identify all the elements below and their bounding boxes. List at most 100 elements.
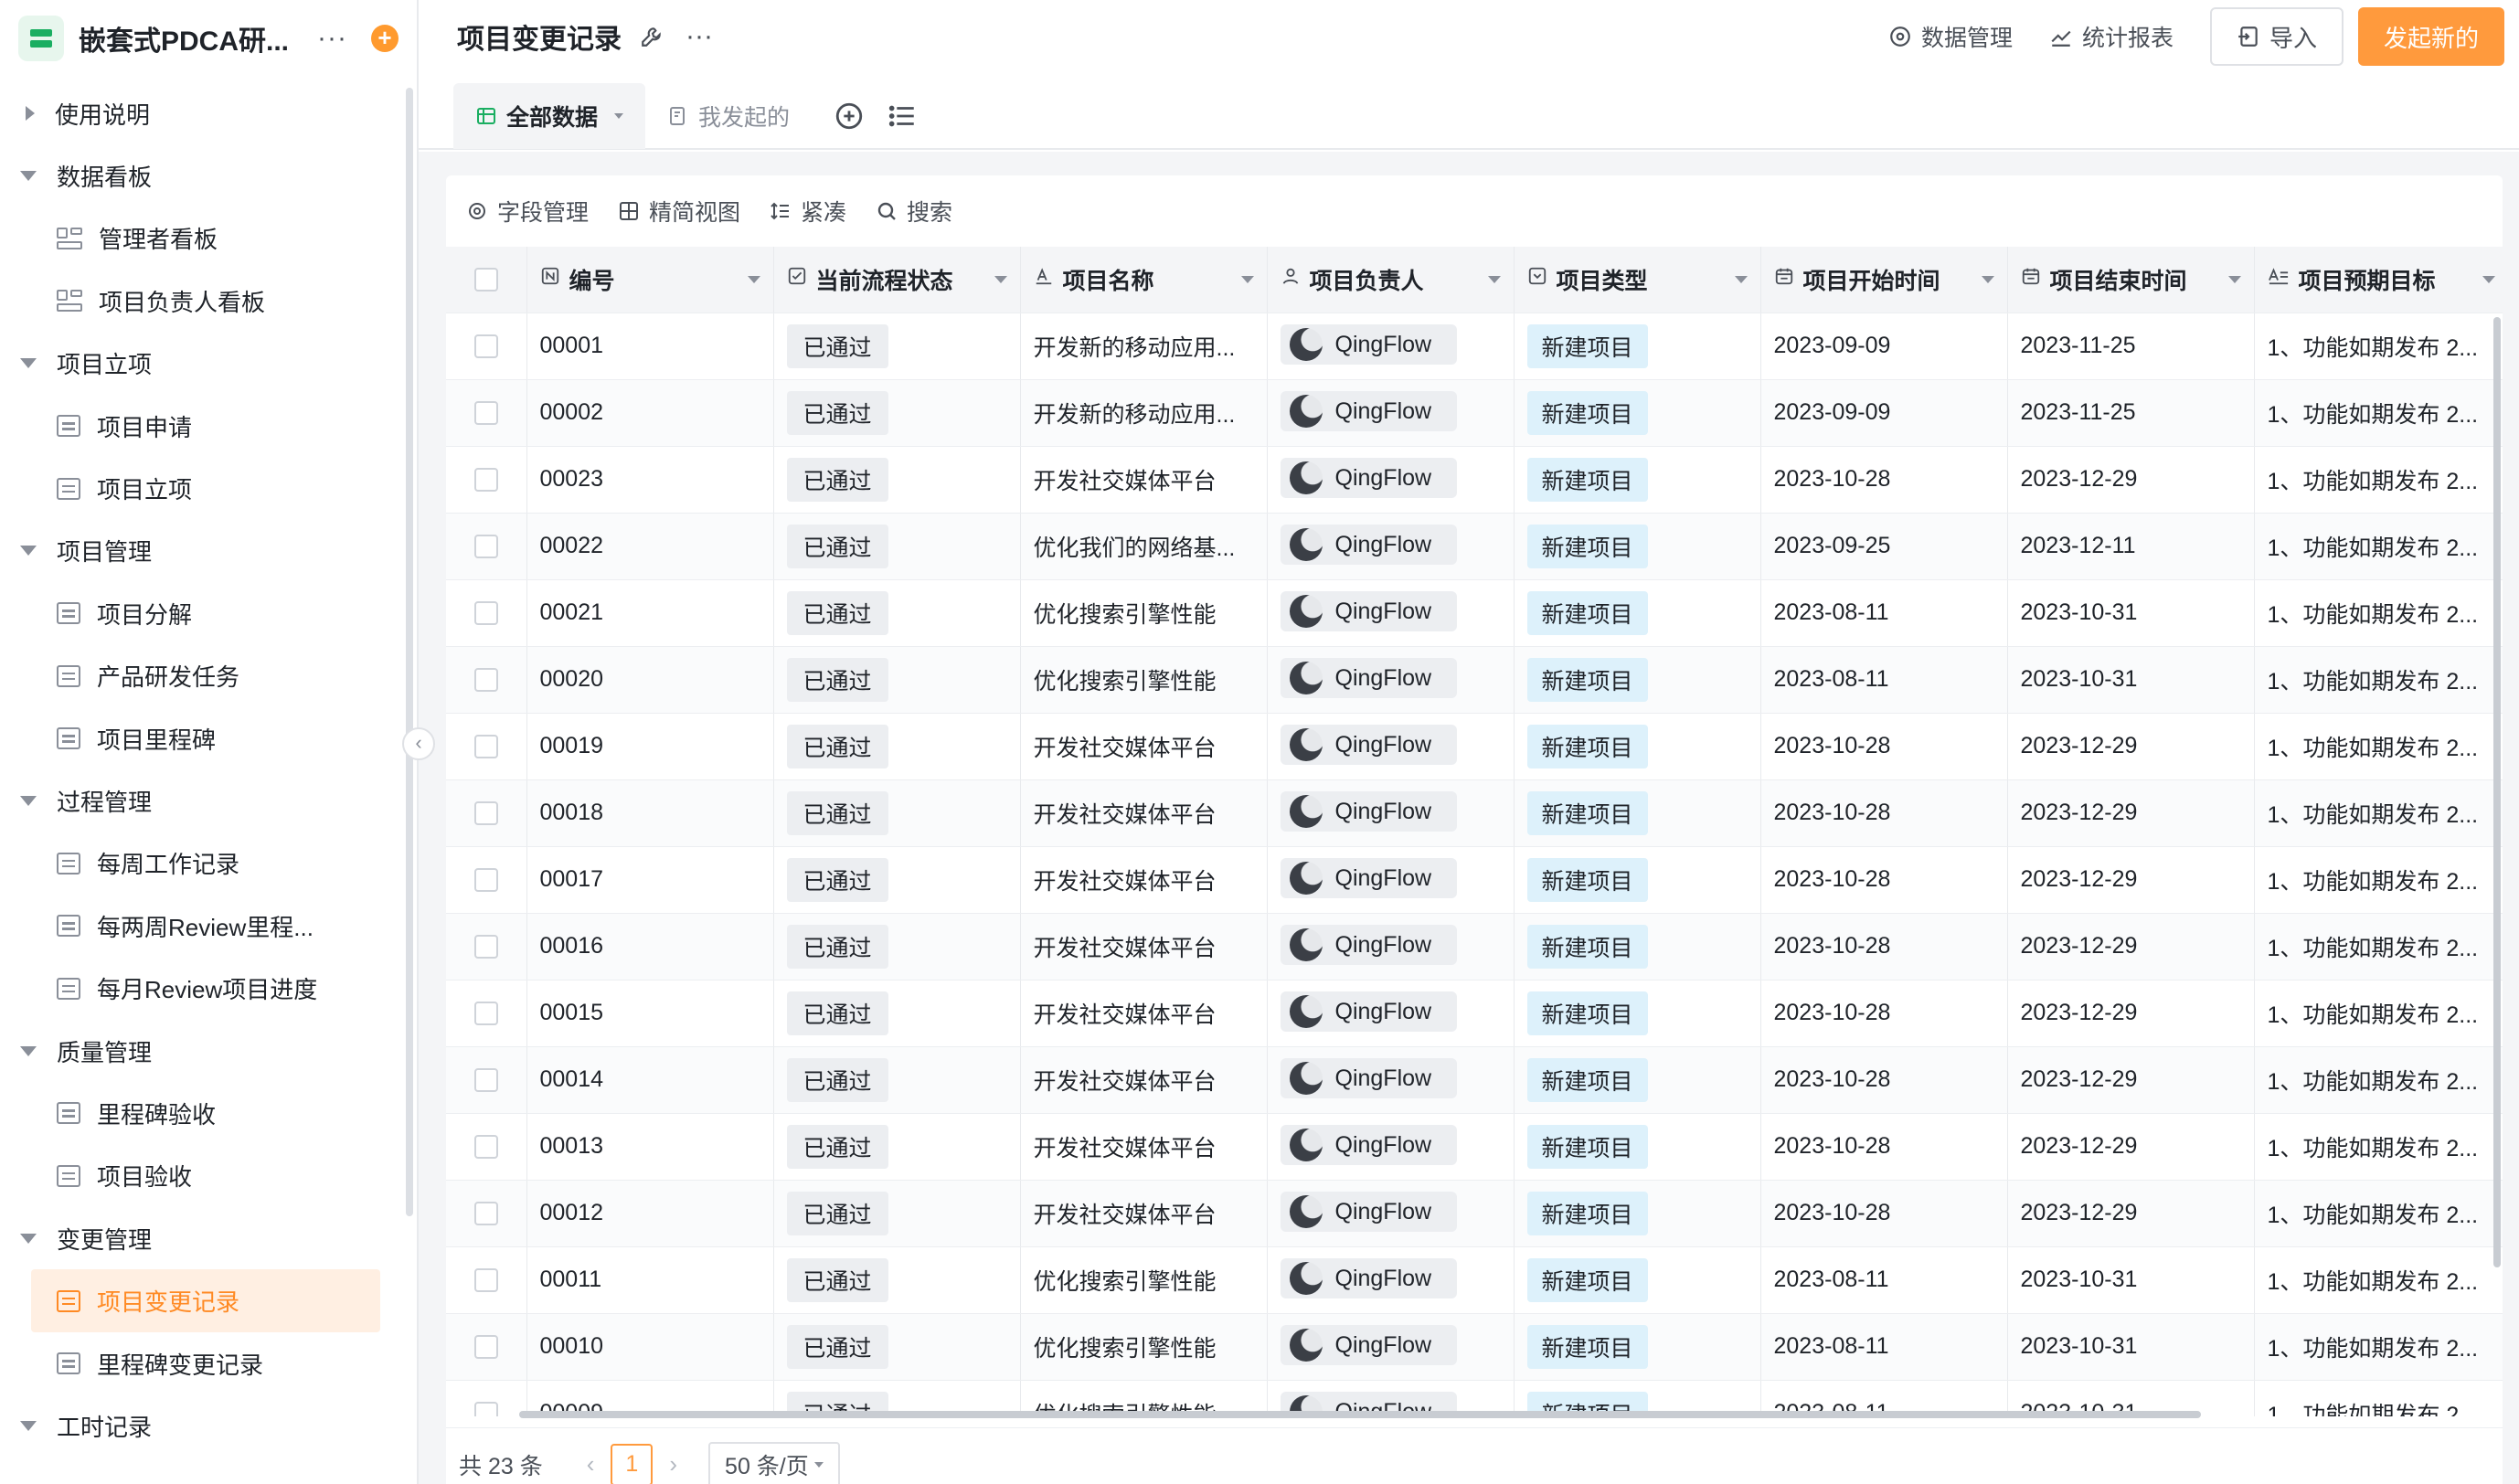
- table-row[interactable]: 00019 已通过 开发社交媒体平台 QingFlow 新建项目 2023-10-28 20…: [446, 713, 2503, 780]
- start-new-button[interactable]: 发起新的: [2358, 7, 2504, 66]
- column-menu-icon[interactable]: [1981, 275, 1994, 283]
- cell-start-date[interactable]: 2023-09-09: [1760, 313, 2008, 380]
- column-header[interactable]: 项目名称: [1020, 247, 1268, 313]
- cell-start-date[interactable]: 2023-10-28: [1760, 1046, 2008, 1114]
- vertical-scrollbar[interactable]: [2493, 317, 2501, 1267]
- cell-id[interactable]: 00021: [526, 579, 774, 647]
- sidebar-item[interactable]: 里程碑验收: [0, 1082, 402, 1144]
- cell-status[interactable]: 已通过: [773, 646, 1021, 714]
- column-header[interactable]: 项目结束时间: [2007, 247, 2255, 313]
- cell-goal[interactable]: 1、功能如期发布 2...: [2254, 313, 2503, 380]
- table-row[interactable]: 00023 已通过 开发社交媒体平台 QingFlow 新建项目 2023-10-28 20…: [446, 446, 2503, 514]
- data-manage-link[interactable]: 数据管理: [1888, 20, 2013, 53]
- row-checkbox[interactable]: [473, 1334, 498, 1359]
- cell-type[interactable]: 新建项目: [1514, 1246, 1761, 1314]
- cell-goal[interactable]: 1、功能如期发布 2...: [2254, 846, 2503, 914]
- cell-end-date[interactable]: 2023-12-29: [2007, 1113, 2255, 1181]
- cell-start-date[interactable]: 2023-08-11: [1760, 579, 2008, 647]
- page-size-select[interactable]: 50 条/页: [708, 1441, 840, 1484]
- compact-button[interactable]: 紧凑: [770, 195, 846, 228]
- tab-mine[interactable]: 我发起的: [645, 83, 812, 149]
- row-checkbox[interactable]: [473, 334, 498, 358]
- cell-name[interactable]: 开发新的移动应用...: [1020, 379, 1268, 447]
- cell-id[interactable]: 00011: [526, 1246, 774, 1314]
- cell-owner[interactable]: QingFlow: [1267, 913, 1515, 980]
- cell-start-date[interactable]: 2023-10-28: [1760, 446, 2008, 514]
- cell-id[interactable]: 00016: [526, 913, 774, 980]
- sidebar-item[interactable]: 项目立项: [0, 333, 402, 395]
- cell-end-date[interactable]: 2023-12-29: [2007, 1180, 2255, 1247]
- cell-start-date[interactable]: 2023-10-28: [1760, 713, 2008, 780]
- row-checkbox[interactable]: [473, 734, 498, 758]
- cell-start-date[interactable]: 2023-08-11: [1760, 1246, 2008, 1314]
- cell-status[interactable]: 已通过: [773, 579, 1021, 647]
- cell-owner[interactable]: QingFlow: [1267, 713, 1515, 780]
- row-checkbox[interactable]: [473, 1401, 498, 1416]
- row-checkbox[interactable]: [473, 600, 498, 625]
- cell-name[interactable]: 开发社交媒体平台: [1020, 980, 1268, 1047]
- cell-goal[interactable]: 1、功能如期发布 2...: [2254, 1046, 2503, 1114]
- cell-id[interactable]: 00013: [526, 1113, 774, 1181]
- cell-goal[interactable]: 1、功能如期发布 2...: [2254, 1380, 2503, 1416]
- cell-owner[interactable]: QingFlow: [1267, 1180, 1515, 1247]
- simple-view-button[interactable]: 精简视图: [618, 195, 740, 228]
- column-menu-icon[interactable]: [1240, 275, 1254, 283]
- column-menu-icon[interactable]: [994, 275, 1007, 283]
- cell-type[interactable]: 新建项目: [1514, 1313, 1761, 1381]
- cell-goal[interactable]: 1、功能如期发布 2...: [2254, 513, 2503, 580]
- cell-goal[interactable]: 1、功能如期发布 2...: [2254, 446, 2503, 514]
- cell-id[interactable]: 00017: [526, 846, 774, 914]
- column-menu-icon[interactable]: [1734, 275, 1748, 283]
- cell-name[interactable]: 优化我们的网络基...: [1020, 513, 1268, 580]
- cell-status[interactable]: 已通过: [773, 980, 1021, 1047]
- cell-name[interactable]: 开发社交媒体平台: [1020, 779, 1268, 847]
- caret-down-icon[interactable]: [20, 358, 37, 369]
- cell-id[interactable]: 00014: [526, 1046, 774, 1114]
- row-checkbox[interactable]: [473, 534, 498, 558]
- cell-type[interactable]: 新建项目: [1514, 713, 1761, 780]
- row-checkbox[interactable]: [473, 400, 498, 425]
- table-row[interactable]: 00022 已通过 优化我们的网络基... QingFlow 新建项目 2023-09-2…: [446, 513, 2503, 580]
- cell-owner[interactable]: QingFlow: [1267, 379, 1515, 447]
- cell-status[interactable]: 已通过: [773, 713, 1021, 780]
- cell-status[interactable]: 已通过: [773, 379, 1021, 447]
- row-checkbox[interactable]: [473, 1201, 498, 1225]
- next-page-icon[interactable]: ›: [669, 1450, 677, 1479]
- cell-start-date[interactable]: 2023-09-09: [1760, 379, 2008, 447]
- table-row[interactable]: 00010 已通过 优化搜索引擎性能 QingFlow 新建项目 2023-08-11 20…: [446, 1313, 2503, 1381]
- caret-down-icon[interactable]: [20, 1233, 37, 1244]
- cell-id[interactable]: 00010: [526, 1313, 774, 1381]
- sidebar-item[interactable]: 项目里程碑: [0, 707, 402, 769]
- cell-name[interactable]: 开发社交媒体平台: [1020, 713, 1268, 780]
- cell-start-date[interactable]: 2023-10-28: [1760, 779, 2008, 847]
- caret-right-icon[interactable]: [26, 106, 35, 122]
- cell-name[interactable]: 开发社交媒体平台: [1020, 1180, 1268, 1247]
- column-header[interactable]: 项目负责人: [1267, 247, 1515, 313]
- cell-type[interactable]: 新建项目: [1514, 1180, 1761, 1247]
- cell-id[interactable]: 00001: [526, 313, 774, 380]
- cell-name[interactable]: 优化搜索引擎性能: [1020, 579, 1268, 647]
- cell-type[interactable]: 新建项目: [1514, 579, 1761, 647]
- sidebar-scrollbar[interactable]: [406, 88, 413, 1216]
- sidebar-item[interactable]: 项目申请: [0, 395, 402, 457]
- column-header[interactable]: 编号: [526, 247, 774, 313]
- column-header[interactable]: 项目类型: [1514, 247, 1761, 313]
- cell-owner[interactable]: QingFlow: [1267, 646, 1515, 714]
- sidebar-item[interactable]: 里程碑变更记录: [0, 1332, 402, 1394]
- cell-owner[interactable]: QingFlow: [1267, 1046, 1515, 1114]
- cell-end-date[interactable]: 2023-10-31: [2007, 579, 2255, 647]
- row-checkbox[interactable]: [473, 1267, 498, 1292]
- column-menu-icon[interactable]: [2482, 275, 2495, 283]
- caret-down-icon[interactable]: [20, 171, 37, 182]
- table-row[interactable]: 00015 已通过 开发社交媒体平台 QingFlow 新建项目 2023-10-28 20…: [446, 980, 2503, 1047]
- cell-name[interactable]: 开发社交媒体平台: [1020, 1113, 1268, 1181]
- cell-goal[interactable]: 1、功能如期发布 2...: [2254, 713, 2503, 780]
- cell-type[interactable]: 新建项目: [1514, 313, 1761, 380]
- cell-type[interactable]: 新建项目: [1514, 913, 1761, 980]
- sidebar-item[interactable]: 项目分解: [0, 582, 402, 644]
- cell-status[interactable]: 已通过: [773, 1046, 1021, 1114]
- column-menu-icon[interactable]: [1487, 275, 1501, 283]
- prev-page-icon[interactable]: ‹: [587, 1450, 595, 1479]
- cell-status[interactable]: 已通过: [773, 446, 1021, 514]
- cell-start-date[interactable]: 2023-08-11: [1760, 646, 2008, 714]
